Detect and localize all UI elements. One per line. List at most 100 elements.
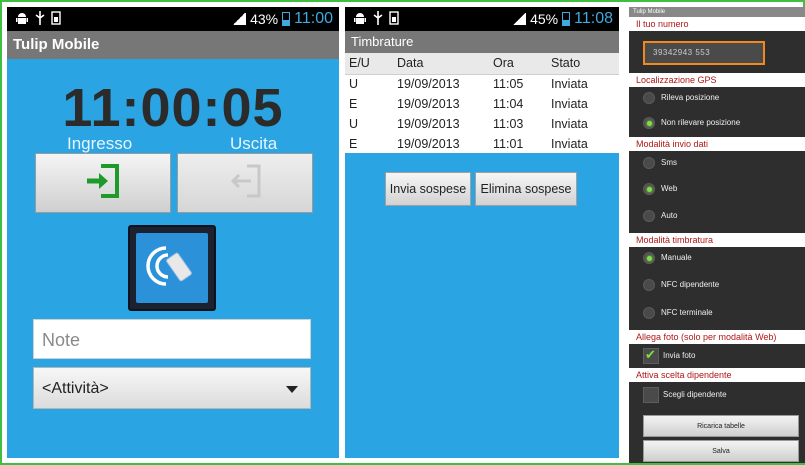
battery-icon bbox=[282, 12, 291, 26]
cell-eu: E bbox=[349, 97, 358, 111]
table-row[interactable]: E 19/09/2013 11:01 Inviata bbox=[345, 134, 619, 154]
battery-percent: 43% bbox=[250, 11, 279, 27]
scegli-dipendente-checkbox[interactable] bbox=[643, 387, 659, 403]
radio-sms[interactable]: Sms bbox=[641, 154, 677, 172]
activity-select[interactable]: <Attività> bbox=[33, 367, 311, 409]
uscita-button[interactable] bbox=[177, 153, 313, 213]
settings-screen: Tulip Mobile Il tuo numero 39342943 553 … bbox=[629, 7, 805, 463]
scegli-dipendente-label: Scegli dipendente bbox=[663, 390, 727, 399]
radio-button-icon bbox=[643, 307, 655, 319]
column-header: Ora bbox=[493, 53, 551, 75]
radio-button-selected-icon bbox=[643, 117, 655, 129]
battery-icon bbox=[562, 12, 571, 26]
usb-icon bbox=[373, 10, 383, 28]
option-label: Rileva posizione bbox=[661, 93, 720, 102]
sim-icon bbox=[389, 10, 399, 28]
radio-manuale[interactable]: Manuale bbox=[641, 249, 692, 267]
signal-icon bbox=[512, 13, 527, 25]
option-label: Web bbox=[661, 184, 678, 193]
uscita-label: Uscita bbox=[230, 134, 278, 153]
ingresso-button[interactable] bbox=[35, 153, 171, 213]
nfc-icon bbox=[144, 240, 200, 297]
table-row[interactable]: U 19/09/2013 11:03 Inviata bbox=[345, 114, 619, 134]
option-label: Sms bbox=[661, 158, 677, 167]
invia-foto-checkbox[interactable] bbox=[643, 347, 659, 364]
delete-pending-button[interactable]: Elimina sospese bbox=[475, 172, 577, 206]
radio-auto[interactable]: Auto bbox=[641, 207, 677, 225]
radio-nfc-terminale[interactable]: NFC terminale bbox=[641, 304, 713, 322]
radio-button-icon bbox=[643, 279, 655, 291]
send-pending-button[interactable]: Invia sospese bbox=[385, 172, 471, 206]
activity-select-value: <Attività> bbox=[42, 380, 109, 397]
save-button[interactable]: Salva bbox=[643, 440, 799, 462]
section-header-employee: Attiva scelta dipendente bbox=[629, 368, 805, 382]
section-header-stamp-mode: Modalità timbratura bbox=[629, 233, 805, 247]
option-label: Auto bbox=[661, 211, 678, 220]
radio-button-icon bbox=[643, 92, 655, 104]
battery-percent: 45% bbox=[530, 11, 559, 27]
radio-button-selected-icon bbox=[643, 183, 655, 195]
column-header: E/U bbox=[345, 53, 397, 75]
current-time-display: 11:00:05 bbox=[62, 78, 284, 138]
column-header: Stato bbox=[551, 53, 619, 75]
radio-web[interactable]: Web bbox=[641, 180, 677, 198]
section-header-number: Il tuo numero bbox=[629, 17, 805, 31]
radio-button-icon bbox=[643, 210, 655, 222]
enter-door-icon bbox=[83, 162, 123, 205]
table-row[interactable]: E 19/09/2013 11:04 Inviata bbox=[345, 94, 619, 114]
option-label: NFC terminale bbox=[661, 308, 713, 317]
radio-rileva-posizione[interactable]: Rileva posizione bbox=[641, 89, 719, 107]
status-time: 11:08 bbox=[574, 10, 613, 27]
usb-icon bbox=[35, 10, 45, 28]
timbrature-table: E/U Data Ora Stato U 19/09/2013 11:05 In… bbox=[345, 53, 619, 154]
radio-non-rilevare-posizione[interactable]: Non rilevare posizione bbox=[641, 114, 740, 132]
cell-time: 11:04 bbox=[493, 97, 524, 111]
cell-date: 19/09/2013 bbox=[397, 137, 460, 151]
option-label: Non rilevare posizione bbox=[661, 118, 741, 127]
status-time: 11:00 bbox=[294, 10, 333, 27]
app-title: Tulip Mobile bbox=[7, 31, 339, 59]
section-header-photo: Allega foto (solo per modalità Web) bbox=[629, 330, 805, 344]
app-title: Tulip Mobile bbox=[629, 7, 805, 17]
cell-status: Inviata bbox=[551, 117, 588, 131]
phone-timbrature-screen: 45% 11:08 Timbrature E/U Data Ora Stato … bbox=[345, 7, 619, 458]
note-input[interactable]: Note bbox=[33, 319, 311, 359]
cell-date: 19/09/2013 bbox=[397, 97, 460, 111]
cell-time: 11:01 bbox=[493, 137, 524, 151]
cell-date: 19/09/2013 bbox=[397, 77, 460, 92]
phone-main-screen: 43% 11:00 Tulip Mobile 11:00:05 Ingresso… bbox=[7, 7, 339, 458]
exit-door-icon bbox=[225, 162, 265, 205]
cell-eu: U bbox=[349, 77, 359, 92]
signal-icon bbox=[232, 13, 247, 25]
nfc-button[interactable] bbox=[128, 225, 216, 311]
cell-time: 11:03 bbox=[493, 117, 524, 131]
cell-date: 19/09/2013 bbox=[397, 117, 460, 131]
phone-number-input[interactable]: 39342943 553 bbox=[643, 41, 765, 65]
sim-icon bbox=[51, 10, 61, 28]
cell-eu: U bbox=[349, 117, 359, 131]
android-debug-icon bbox=[353, 11, 367, 28]
cell-status: Inviata bbox=[551, 137, 588, 151]
cell-status: Inviata bbox=[551, 97, 588, 111]
cell-eu: E bbox=[349, 137, 358, 151]
option-label: Manuale bbox=[661, 253, 692, 262]
radio-nfc-dipendente[interactable]: NFC dipendente bbox=[641, 276, 719, 294]
section-header-send-mode: Modalità invio dati bbox=[629, 137, 805, 151]
status-bar: 45% 11:08 bbox=[345, 7, 619, 31]
android-debug-icon bbox=[15, 11, 29, 28]
screen-title: Timbrature bbox=[345, 31, 619, 53]
radio-button-icon bbox=[643, 157, 655, 169]
table-row[interactable]: U 19/09/2013 11:05 Inviata bbox=[345, 74, 619, 94]
cell-time: 11:05 bbox=[493, 77, 524, 92]
option-label: NFC dipendente bbox=[661, 280, 720, 289]
column-header: Data bbox=[397, 53, 493, 75]
table-header-row: E/U Data Ora Stato bbox=[345, 53, 619, 75]
radio-button-selected-icon bbox=[643, 252, 655, 264]
cell-status: Inviata bbox=[551, 77, 588, 92]
dropdown-arrow-icon bbox=[286, 386, 298, 393]
ingresso-label: Ingresso bbox=[67, 134, 133, 153]
section-header-gps: Localizzazione GPS bbox=[629, 73, 805, 87]
reload-tables-button[interactable]: Ricarica tabelle bbox=[643, 415, 799, 437]
status-bar: 43% 11:00 bbox=[7, 7, 339, 31]
invia-foto-label: Invia foto bbox=[663, 351, 696, 360]
